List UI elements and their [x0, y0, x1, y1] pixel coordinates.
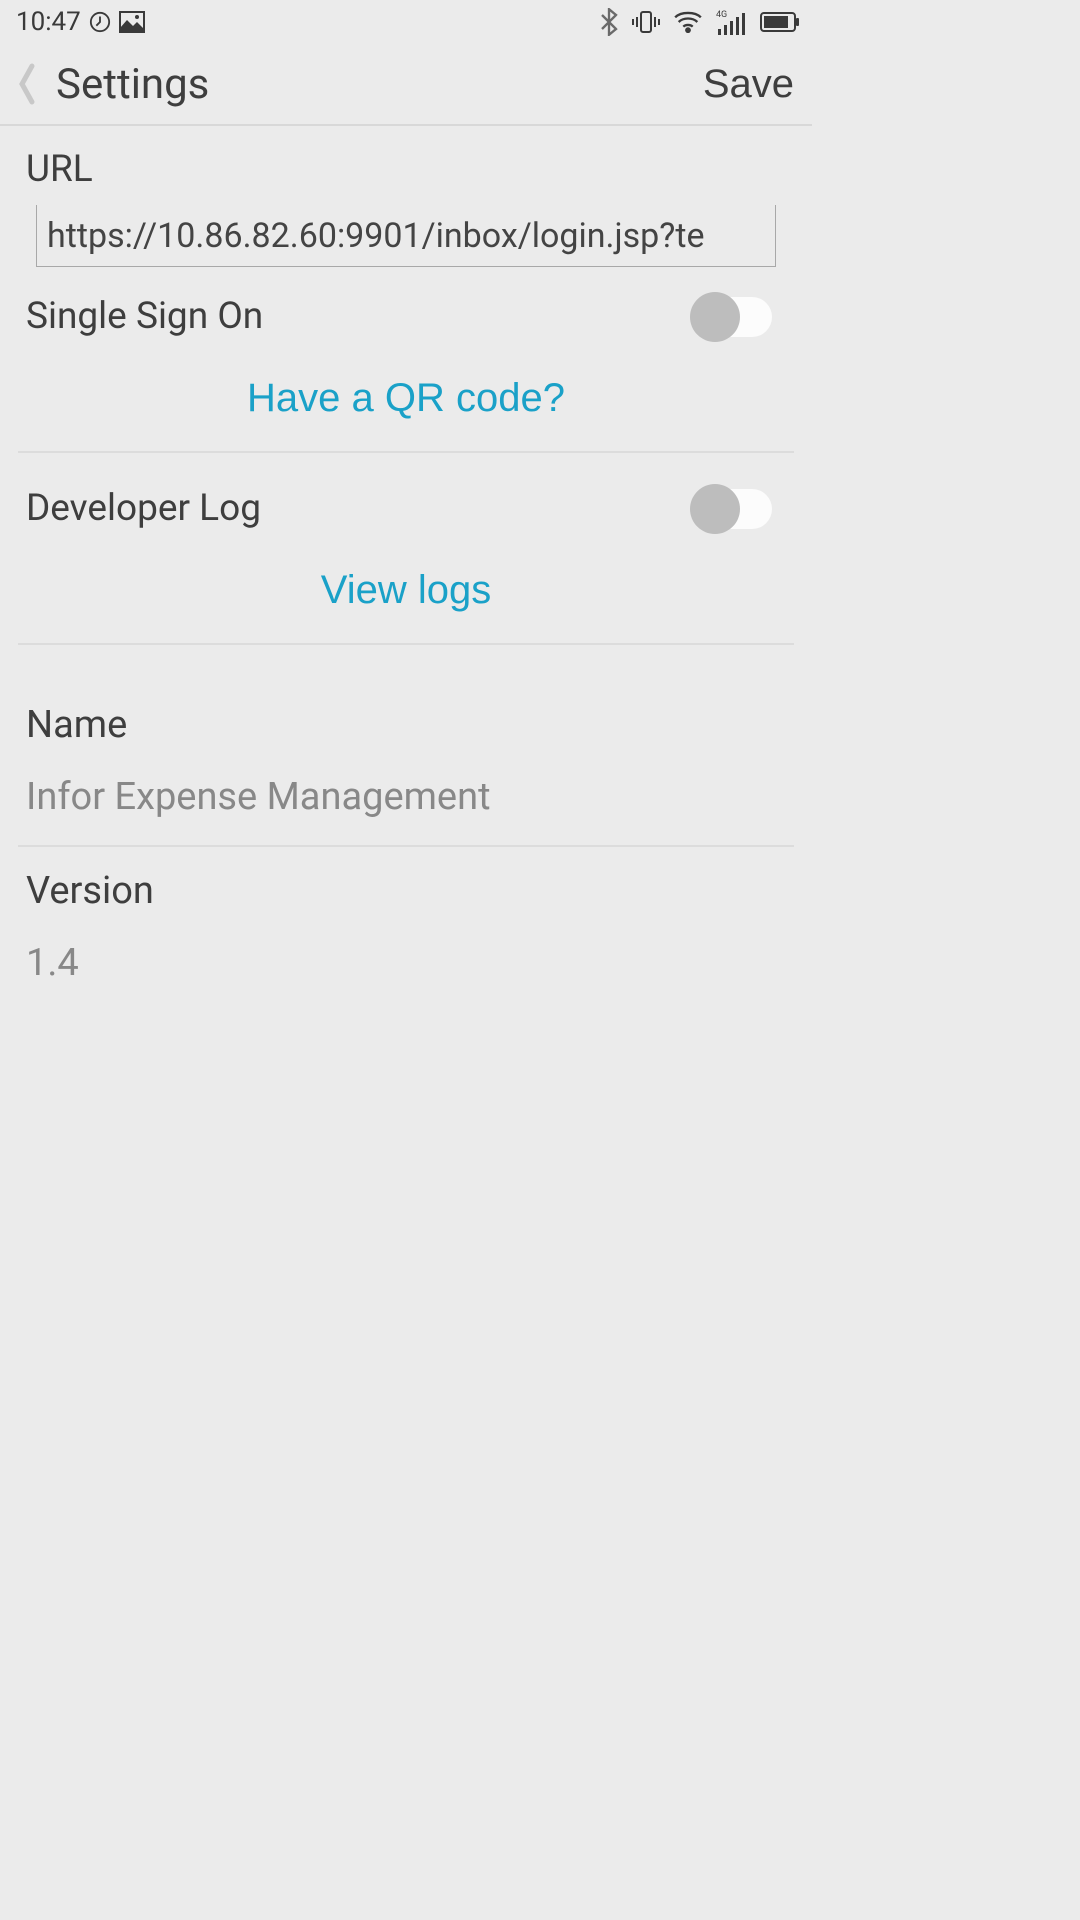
version-info: Version 1.4: [0, 847, 812, 1011]
status-bar: 10:47: [0, 0, 812, 44]
status-time: 10:47: [16, 7, 81, 37]
status-left: 10:47: [16, 7, 145, 37]
viewlogs-link-row: View logs: [0, 548, 812, 643]
cellular-signal-icon: 4G: [716, 9, 746, 35]
toggle-thumb-icon: [690, 484, 740, 534]
sso-row: Single Sign On: [0, 275, 812, 356]
svg-text:4G: 4G: [716, 10, 727, 20]
version-label: Version: [26, 869, 786, 913]
page-title: Settings: [56, 60, 703, 109]
clock-icon: [89, 11, 111, 33]
url-input-wrapper: [36, 205, 776, 267]
toggle-thumb-icon: [690, 292, 740, 342]
qr-code-link[interactable]: Have a QR code?: [247, 376, 565, 421]
picture-icon: [119, 11, 145, 33]
battery-icon: [760, 12, 800, 32]
name-label: Name: [26, 703, 786, 747]
header-bar: Settings Save: [0, 44, 812, 126]
url-input[interactable]: [37, 210, 775, 262]
bluetooth-icon: [600, 8, 618, 36]
name-info: Name Infor Expense Management: [0, 681, 812, 845]
devlog-label: Developer Log: [26, 487, 261, 530]
view-logs-link[interactable]: View logs: [321, 568, 491, 613]
vibrate-icon: [632, 10, 660, 34]
qr-link-row: Have a QR code?: [0, 356, 812, 451]
sso-toggle[interactable]: [694, 297, 772, 337]
status-right: 4G: [600, 8, 800, 36]
save-button[interactable]: Save: [703, 62, 794, 107]
content: URL Single Sign On Have a QR code? Devel…: [0, 126, 812, 1011]
sso-label: Single Sign On: [26, 295, 263, 338]
url-label: URL: [0, 126, 812, 205]
wifi-icon: [674, 11, 702, 33]
devlog-toggle[interactable]: [694, 489, 772, 529]
spacer: [0, 645, 812, 681]
chevron-left-icon: [18, 62, 36, 106]
version-value: 1.4: [26, 941, 786, 985]
devlog-row: Developer Log: [0, 453, 812, 548]
back-button[interactable]: [10, 59, 44, 109]
name-value: Infor Expense Management: [26, 775, 786, 819]
